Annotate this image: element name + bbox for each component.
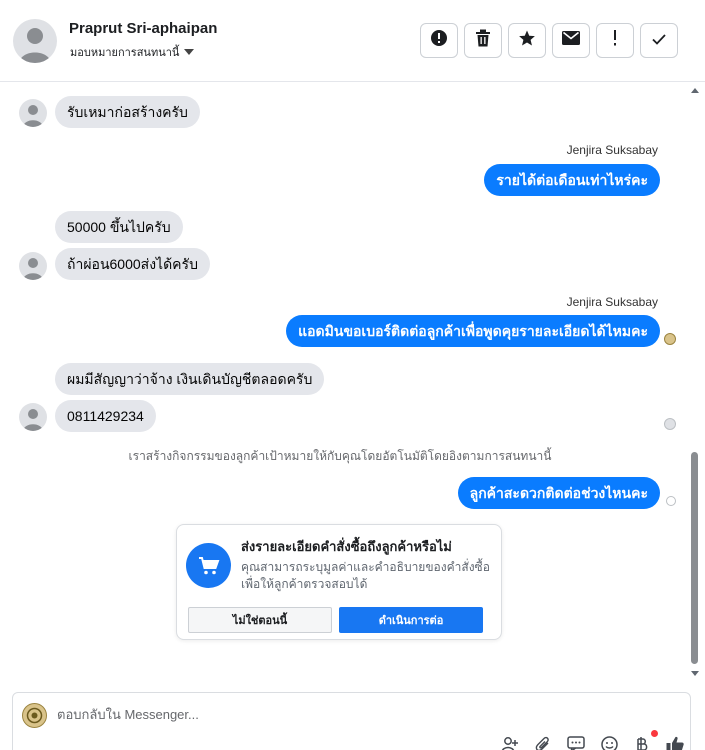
sender-name: Jenjira Suksabay [566, 295, 658, 309]
conversation-scrollbar[interactable] [689, 84, 701, 680]
paperclip-icon[interactable] [533, 736, 553, 750]
scrollbar-thumb[interactable] [691, 452, 698, 664]
incoming-message[interactable]: รับเหมาก่อสร้างครับ [55, 96, 200, 128]
system-notice: เราสร้างกิจกรรมของลูกค้าเป้าหมายให้กับคุ… [128, 449, 552, 463]
assign-label: มอบหมายการสนทนานี้ [70, 47, 180, 59]
sent-status-icon [666, 496, 676, 506]
mark-spam-button[interactable] [420, 23, 458, 58]
sender-name: Jenjira Suksabay [566, 143, 658, 157]
delete-button[interactable] [464, 23, 502, 58]
incoming-message[interactable]: 50000 ขึ้นไปครับ [55, 211, 183, 243]
outgoing-message[interactable]: ลูกค้าสะดวกติดต่อช่วงไหนคะ [457, 477, 660, 509]
contact-avatar-small [19, 99, 47, 127]
report-button[interactable] [596, 23, 634, 58]
message-composer [12, 692, 691, 750]
mark-unread-button[interactable] [552, 23, 590, 58]
outgoing-message[interactable]: แอดมินขอเบอร์ติดต่อลูกค้าเพื่อพูดคุยรายล… [286, 315, 660, 347]
envelope-icon [562, 31, 580, 50]
shopping-cart-icon [186, 543, 231, 588]
exclamation-icon [612, 30, 618, 51]
assign-conversation-dropdown[interactable]: มอบหมายการสนทนานี้ [70, 43, 195, 61]
mark-done-button[interactable] [640, 23, 678, 58]
seen-avatar-icon [664, 418, 676, 430]
notification-dot [651, 730, 658, 737]
trash-icon [475, 29, 491, 52]
prompt-description: คุณสามารถระบุมูลค่าและคำอธิบายของคำสั่งซ… [241, 560, 490, 591]
baht-payment-icon[interactable] [632, 730, 658, 750]
follow-up-star-button[interactable] [508, 23, 546, 58]
checkmark-icon [652, 32, 666, 50]
incoming-message[interactable]: ผมมีสัญญาว่าจ้าง เงินเดินบัญชีตลอดครับ [55, 363, 325, 395]
emoji-icon[interactable] [599, 735, 619, 750]
scroll-down-arrow-icon[interactable] [691, 671, 699, 676]
thumbs-up-icon[interactable] [665, 736, 685, 750]
contact-avatar-small [19, 403, 47, 431]
contact-name[interactable]: Praprut Sri-aphaipan [69, 20, 217, 37]
alert-circle-icon [430, 29, 448, 52]
chevron-down-icon [184, 49, 195, 55]
prompt-title: ส่งรายละเอียดคำสั่งซื้อถึงลูกค้าหรือไม่ [241, 539, 452, 554]
outgoing-message[interactable]: รายได้ต่อเดือนเท่าไหร่คะ [484, 164, 660, 196]
saved-replies-icon[interactable] [566, 736, 586, 750]
composer-tools [500, 730, 685, 750]
incoming-message[interactable]: ถ้าผ่อน6000ส่งได้ครับ [55, 248, 210, 280]
incoming-message[interactable]: 0811429234 [55, 400, 156, 432]
contact-avatar[interactable] [13, 19, 57, 63]
not-now-button[interactable]: ไม่ใช่ตอนนี้ [188, 607, 332, 633]
add-contact-icon[interactable] [500, 736, 520, 750]
page-avatar [22, 703, 47, 728]
order-details-prompt: ส่งรายละเอียดคำสั่งซื้อถึงลูกค้าหรือไม่ … [176, 524, 502, 640]
continue-button[interactable]: ดำเนินการต่อ [339, 607, 483, 633]
header-actions [420, 23, 678, 58]
seen-by-page-icon [664, 333, 676, 345]
scroll-up-arrow-icon[interactable] [691, 88, 699, 93]
star-icon [518, 29, 536, 52]
contact-avatar-small [19, 252, 47, 280]
conversation-header: Praprut Sri-aphaipan มอบหมายการสนทนานี้ [0, 0, 705, 82]
reply-input[interactable] [57, 707, 557, 722]
